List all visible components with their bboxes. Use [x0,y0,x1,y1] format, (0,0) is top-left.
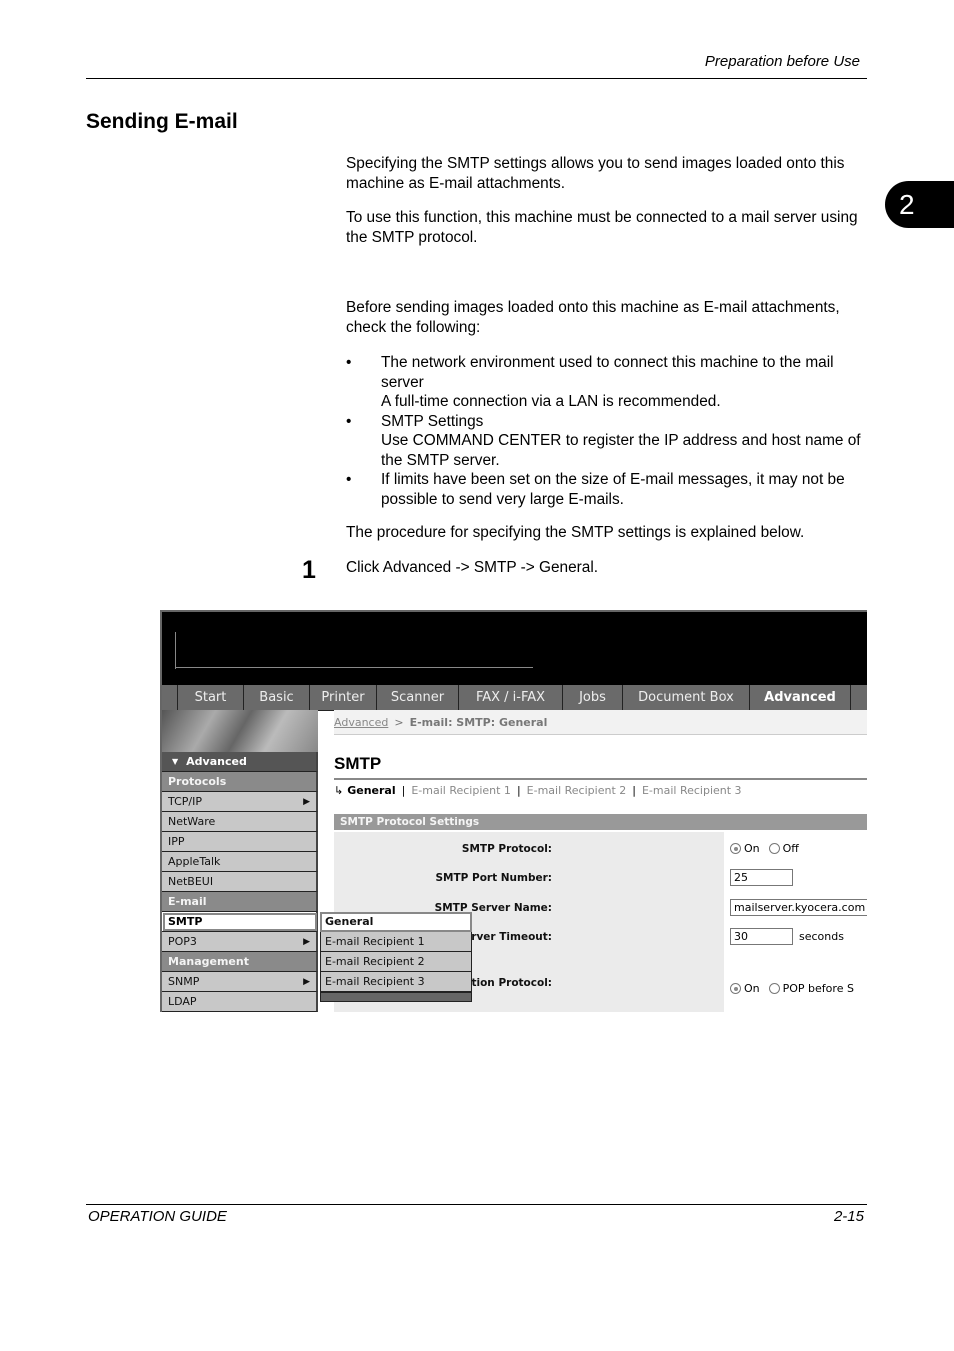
title-rule [334,778,867,780]
sidebar-group-management: Management [162,952,318,972]
banner [162,612,867,685]
sidebar-group-protocols: Protocols [162,772,318,792]
sidebar-item-ipp[interactable]: IPP [162,832,318,852]
main-nav: Start Basic Printer Scanner FAX / i-FAX … [162,685,867,711]
sidebar-item-tcpip[interactable]: TCP/IP ▶ [162,792,318,812]
intro-paragraph-1: Specifying the SMTP settings allows you … [346,155,845,192]
sidebar-group-email: E-mail [162,892,318,912]
submenu-item-general[interactable]: General [320,912,472,932]
sidebar-item-smtp[interactable]: SMTP [162,912,318,932]
sidebar-image [162,710,318,752]
bullet-text: The network environment used to connect … [381,354,834,391]
bullet-dot: • [346,471,352,488]
tab-basic[interactable]: Basic [244,685,310,710]
chapter-tab: 2 [885,181,954,228]
subtab-recipient-3[interactable]: E-mail Recipient 3 [642,784,742,797]
tab-document-box[interactable]: Document Box [623,685,750,710]
smtp-submenu: General E-mail Recipient 1 E-mail Recipi… [320,912,472,1002]
page-number: 2-15 [833,1208,864,1225]
sidebar-header-advanced[interactable]: ▼ Advanced [162,752,318,772]
page-title: SMTP [334,754,382,773]
footer-rule [86,1204,867,1205]
smtp-server-name-input[interactable] [730,899,867,916]
banner-decoration [175,632,176,669]
section-title: Sending E-mail [86,110,238,133]
submenu-item-recipient-1[interactable]: E-mail Recipient 1 [320,932,472,952]
bullet-subtext: A full-time connection via a LAN is reco… [381,393,721,410]
radio-smtp-on[interactable] [730,843,741,854]
subtab-recipient-2[interactable]: E-mail Recipient 2 [527,784,627,797]
running-header: Preparation before Use [704,53,860,70]
radio-smtp-off[interactable] [768,843,780,854]
smtp-protocol-radios: On Off [730,842,799,855]
sidebar-item-pop3[interactable]: POP3 ▶ [162,932,318,952]
bullet-dot: • [346,412,352,430]
bullet-dot: • [346,354,352,371]
caret-down-icon: ▼ [172,757,179,766]
sidebar-item-ldap[interactable]: LDAP [162,992,318,1012]
breadcrumb-current: E-mail: SMTP: General [409,715,548,729]
footer-guide-title: OPERATION GUIDE [88,1208,227,1225]
banner-decoration [175,667,533,668]
sidebar-item-snmp[interactable]: SNMP ▶ [162,972,318,992]
sidebar: ▼ Advanced Protocols TCP/IP ▶ NetWare IPP… [162,710,318,1012]
tab-printer[interactable]: Printer [310,685,377,710]
tab-jobs[interactable]: Jobs [563,685,623,710]
check-intro: Before sending images loaded onto this m… [346,299,840,336]
tab-advanced[interactable]: Advanced [750,685,851,710]
radio-auth-on[interactable] [730,983,741,994]
submenu-footer [320,992,472,1002]
sidebar-item-netware[interactable]: NetWare [162,812,318,832]
smtp-timeout-input[interactable] [730,928,793,945]
submenu-item-recipient-3[interactable]: E-mail Recipient 3 [320,972,472,992]
subtabs: ↳ General | E-mail Recipient 1 | E-mail … [334,784,742,797]
sidebar-item-netbeui[interactable]: NetBEUI [162,872,318,892]
breadcrumb: Advanced > E-mail: SMTP: General [334,710,867,735]
intro-paragraph-2: To use this function, this machine must … [346,209,858,246]
procedure-intro: The procedure for specifying the SMTP se… [346,524,805,541]
breadcrumb-link-advanced[interactable]: Advanced [334,716,388,729]
smtp-protocol-label: SMTP Protocol: [461,843,552,855]
list-item: • SMTP Settings Use COMMAND CENTER to re… [346,412,868,471]
subtab-recipient-1[interactable]: E-mail Recipient 1 [411,784,511,797]
submenu-item-recipient-2[interactable]: E-mail Recipient 2 [320,952,472,972]
auth-protocol-radios: On POP before S [730,982,854,995]
list-item: • The network environment used to connec… [346,353,868,412]
step-number: 1 [302,556,316,584]
tab-scanner[interactable]: Scanner [377,685,459,710]
breadcrumb-separator: > [394,715,404,729]
arrow-right-icon: ▶ [303,936,310,947]
arrow-right-icon: ▶ [303,796,310,807]
subtab-general[interactable]: General [347,784,395,797]
arrow-right-icon: ▶ [303,976,310,987]
list-item: • If limits have been set on the size of… [346,470,868,509]
return-arrow-icon: ↳ [334,784,344,797]
bullet-text: If limits have been set on the size of E… [381,471,845,508]
timeout-unit: seconds [799,930,844,943]
command-center-screenshot: Start Basic Printer Scanner FAX / i-FAX … [160,610,867,1012]
step-text: Click Advanced -> SMTP -> General. [346,559,599,576]
header-rule [86,78,867,79]
tab-fax[interactable]: FAX / i-FAX [459,685,563,710]
sidebar-item-appletalk[interactable]: AppleTalk [162,852,318,872]
smtp-port-input[interactable] [730,869,793,886]
tab-start[interactable]: Start [178,685,244,710]
settings-section-header: SMTP Protocol Settings [334,814,867,830]
smtp-port-label: SMTP Port Number: [435,872,552,884]
bullet-text: SMTP Settings [381,412,484,430]
requirements-list: • The network environment used to connec… [346,353,868,509]
radio-pop-before-smtp[interactable] [768,983,780,994]
bullet-subtext: Use COMMAND CENTER to register the IP ad… [381,432,861,469]
